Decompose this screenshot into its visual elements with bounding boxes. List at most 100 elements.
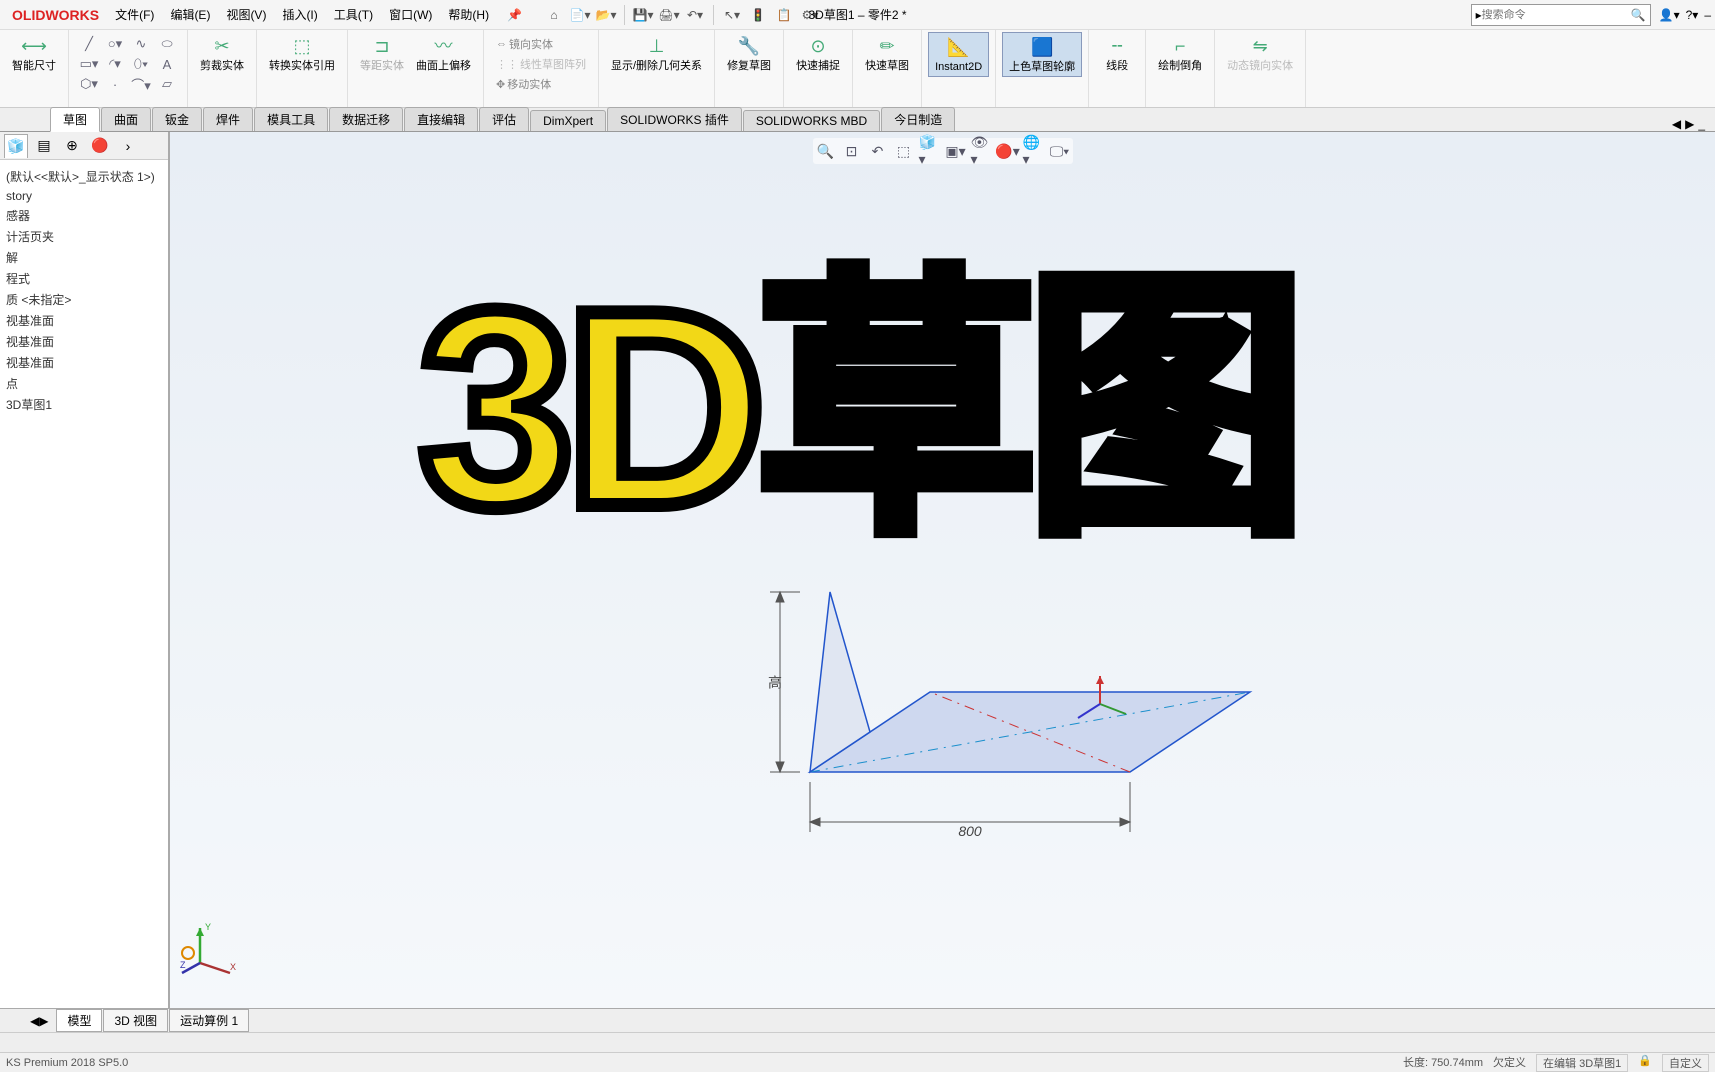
tree-tab-appearance-icon[interactable]: 🔴 — [88, 134, 112, 158]
menu-insert[interactable]: 插入(I) — [274, 2, 325, 27]
circle-icon[interactable]: ○▾ — [103, 34, 127, 54]
tree-item[interactable]: 计活页夹 — [2, 226, 166, 247]
help-icon[interactable]: ?▾ — [1686, 8, 1699, 22]
status-lock-icon[interactable]: 🔒 — [1638, 1054, 1652, 1072]
bottom-nav-icon[interactable]: ◀▶ — [30, 1014, 48, 1028]
select-icon[interactable]: ↖▾ — [720, 3, 744, 27]
undo-icon[interactable]: ↶▾ — [683, 3, 707, 27]
tab-weldment[interactable]: 焊件 — [203, 107, 253, 131]
text-icon[interactable]: A — [155, 54, 179, 74]
tree-item[interactable]: 程式 — [2, 268, 166, 289]
tree-tab-property-icon[interactable]: ▤ — [32, 134, 56, 158]
print-icon[interactable]: 🖨▾ — [657, 3, 681, 27]
convert-entities-button[interactable]: ⬚ 转换实体引用 — [263, 32, 341, 75]
tab-sw-addins[interactable]: SOLIDWORKS 插件 — [607, 107, 742, 131]
plane-icon[interactable]: ▱ — [155, 74, 179, 94]
tab-close-icon[interactable]: _ — [1698, 117, 1705, 131]
tree-item[interactable]: 视基准面 — [2, 331, 166, 352]
menu-file[interactable]: 文件(F) — [107, 2, 162, 27]
fillet-icon[interactable]: ⌒▾ — [129, 74, 153, 94]
tab-data-migration[interactable]: 数据迁移 — [329, 107, 403, 131]
tab-mold[interactable]: 模具工具 — [254, 107, 328, 131]
tab-sketch[interactable]: 草图 — [50, 107, 100, 132]
ellipse-icon[interactable]: ⬯▾ — [129, 54, 153, 74]
previous-view-icon[interactable]: ↶ — [867, 140, 889, 162]
menu-tools[interactable]: 工具(T) — [326, 2, 381, 27]
search-box[interactable]: ▸ 🔍 — [1471, 4, 1651, 26]
tree-item[interactable]: 视基准面 — [2, 310, 166, 331]
sketch-fillet-button[interactable]: ⌐ 绘制倒角 — [1152, 32, 1208, 75]
new-doc-icon[interactable]: 📄▾ — [568, 3, 592, 27]
pin-icon[interactable]: 📌 — [507, 8, 522, 22]
tab-sheetmetal[interactable]: 钣金 — [152, 107, 202, 131]
smart-dimension-button[interactable]: ⟷ 智能尺寸 — [6, 32, 62, 75]
home-icon[interactable]: ⌂ — [542, 3, 566, 27]
tab-nav-left-icon[interactable]: ◀ — [1672, 117, 1681, 131]
search-icon[interactable]: 🔍 — [1631, 8, 1646, 22]
tree-item-3dsketch[interactable]: 3D草图1 — [2, 394, 166, 415]
rect-icon[interactable]: ▭▾ — [77, 54, 101, 74]
menu-window[interactable]: 窗口(W) — [381, 2, 440, 27]
coordinate-triad[interactable]: Y X Z — [180, 918, 240, 978]
appearance-icon[interactable]: 🔴▾ — [997, 140, 1019, 162]
display-style-icon[interactable]: ▣▾ — [945, 140, 967, 162]
color-sketch-button[interactable]: 🟦 上色草图轮廓 — [1002, 32, 1082, 77]
tree-item[interactable]: 点 — [2, 373, 166, 394]
tab-sw-mbd[interactable]: SOLIDWORKS MBD — [743, 110, 880, 131]
offset-curve-button[interactable]: 〰 曲面上偏移 — [410, 32, 477, 75]
zoom-fit-icon[interactable]: 🔍 — [815, 140, 837, 162]
minimize-icon[interactable]: – — [1704, 8, 1711, 22]
menu-view[interactable]: 视图(V) — [218, 2, 274, 27]
bottom-tab-3dview[interactable]: 3D 视图 — [103, 1009, 168, 1032]
menu-edit[interactable]: 编辑(E) — [162, 2, 218, 27]
scroll-row[interactable] — [0, 1032, 1715, 1052]
tree-tab-feature-icon[interactable]: 🧊 — [4, 134, 28, 158]
view-orientation-icon[interactable]: 🧊▾ — [919, 140, 941, 162]
scene-icon[interactable]: 🌐▾ — [1023, 140, 1045, 162]
tab-nav-right-icon[interactable]: ▶ — [1685, 117, 1694, 131]
status-custom[interactable]: 自定义 — [1662, 1054, 1709, 1072]
tree-header[interactable]: (默认<<默认>_显示状态 1>) — [2, 166, 166, 187]
spline-icon[interactable]: ∿ — [129, 34, 153, 54]
tree-item[interactable]: story — [2, 187, 166, 205]
traffic-icon[interactable]: 🚦 — [746, 3, 770, 27]
quick-sketch-button[interactable]: ✏ 快速草图 — [859, 32, 915, 75]
user-icon[interactable]: 👤▾ — [1659, 8, 1680, 22]
linear-pattern-button[interactable]: ⋮⋮线性草图阵列 — [492, 54, 590, 74]
open-icon[interactable]: 📂▾ — [594, 3, 618, 27]
tree-item[interactable]: 质 <未指定> — [2, 289, 166, 310]
3d-viewport[interactable]: 🔍 ⊡ ↶ ⬚ 🧊▾ ▣▾ 👁▾ 🔴▾ 🌐▾ 🖵▾ — [170, 132, 1715, 1008]
tab-surface[interactable]: 曲面 — [101, 107, 151, 131]
point-icon[interactable]: · — [103, 74, 127, 94]
tab-dimxpert[interactable]: DimXpert — [530, 110, 606, 131]
tab-direct-edit[interactable]: 直接编辑 — [404, 107, 478, 131]
move-entities-button[interactable]: ✥移动实体 — [492, 74, 590, 94]
view-settings-icon[interactable]: 🖵▾ — [1049, 140, 1071, 162]
show-relations-button[interactable]: ⊥ 显示/删除几何关系 — [605, 32, 708, 75]
instant2d-button[interactable]: 📐 Instant2D — [928, 32, 989, 77]
section-view-icon[interactable]: ⬚ — [893, 140, 915, 162]
slot-icon[interactable]: ⬭ — [155, 34, 179, 54]
arc-icon[interactable]: ◜▾ — [103, 54, 127, 74]
tree-tab-config-icon[interactable]: ⊕ — [60, 134, 84, 158]
polygon-icon[interactable]: ⬡▾ — [77, 74, 101, 94]
tree-item[interactable]: 解 — [2, 247, 166, 268]
zoom-area-icon[interactable]: ⊡ — [841, 140, 863, 162]
line-segment-button[interactable]: ╌ 线段 — [1095, 32, 1139, 75]
tab-today[interactable]: 今日制造 — [881, 107, 955, 131]
line-icon[interactable]: ╱ — [77, 34, 101, 54]
bottom-tab-motion[interactable]: 运动算例 1 — [169, 1009, 249, 1032]
tree-item[interactable]: 感器 — [2, 205, 166, 226]
quick-snap-button[interactable]: ⊙ 快速捕捉 — [790, 32, 846, 75]
menu-help[interactable]: 帮助(H) — [440, 2, 497, 27]
tab-evaluate[interactable]: 评估 — [479, 107, 529, 131]
mirror-button[interactable]: ⇔镜向实体 — [492, 34, 590, 54]
search-input[interactable] — [1482, 9, 1631, 21]
tree-tab-more-icon[interactable]: › — [116, 134, 140, 158]
trim-button[interactable]: ✂ 剪裁实体 — [194, 32, 250, 75]
dynamic-mirror-button[interactable]: ⇋ 动态镜向实体 — [1221, 32, 1299, 75]
rebuild-icon[interactable]: 📋 — [772, 3, 796, 27]
bottom-tab-model[interactable]: 模型 — [56, 1009, 102, 1032]
repair-sketch-button[interactable]: 🔧 修复草图 — [721, 32, 777, 75]
save-icon[interactable]: 💾▾ — [631, 3, 655, 27]
